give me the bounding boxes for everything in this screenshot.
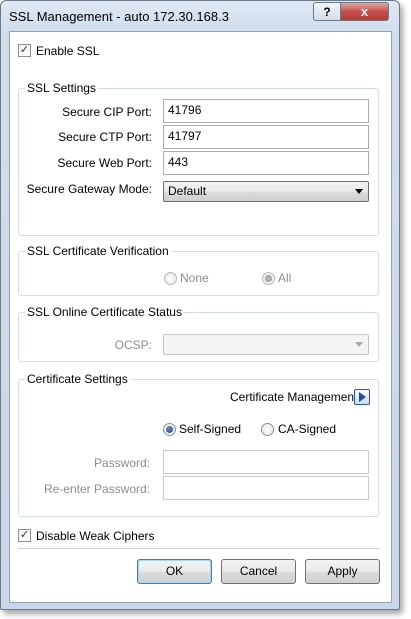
footer-separator: [18, 548, 381, 549]
close-button[interactable]: x: [340, 2, 389, 21]
secure-gateway-mode-label: Secure Gateway Mode:: [26, 182, 152, 196]
verification-none-radio[interactable]: [164, 272, 177, 285]
disable-weak-ciphers-label: Disable Weak Ciphers: [36, 529, 155, 543]
secure-gateway-mode-select[interactable]: Default: [163, 181, 369, 202]
enable-ssl-checkbox[interactable]: ✓: [18, 44, 31, 57]
chevron-down-icon: [355, 189, 363, 194]
ocsp-select[interactable]: [163, 334, 369, 355]
cert-settings-legend: Certificate Settings: [25, 372, 130, 386]
secure-gateway-mode-value: Default: [168, 184, 207, 198]
apply-button[interactable]: Apply: [305, 559, 380, 584]
disable-weak-ciphers-checkbox[interactable]: ✓: [18, 529, 31, 542]
reenter-password-input[interactable]: [163, 476, 369, 500]
secure-web-port-input[interactable]: 443: [163, 151, 369, 175]
cert-management-label[interactable]: Certificate Management: [230, 390, 357, 404]
verification-none-label: None: [180, 271, 209, 285]
password-input[interactable]: [163, 450, 369, 474]
self-signed-label: Self-Signed: [179, 422, 242, 436]
enable-ssl-label: Enable SSL: [36, 44, 100, 58]
ssl-settings-legend: SSL Settings: [25, 81, 98, 95]
cert-verification-legend: SSL Certificate Verification: [25, 244, 171, 258]
play-arrow-icon[interactable]: [354, 389, 370, 405]
reenter-password-label: Re-enter Password:: [43, 482, 150, 496]
verification-all-label: All: [278, 271, 292, 285]
self-signed-radio[interactable]: [163, 423, 176, 436]
secure-ctp-port-input[interactable]: 41797: [163, 125, 369, 149]
secure-cip-port-input[interactable]: 41796: [163, 99, 369, 123]
verification-all-radio[interactable]: [262, 272, 275, 285]
secure-web-port-label: Secure Web Port:: [57, 156, 153, 170]
dialog-client-area: ✓ Enable SSL SSL Settings Secure CIP Por…: [9, 31, 392, 603]
secure-cip-port-label: Secure CIP Port:: [62, 105, 152, 119]
cancel-button[interactable]: Cancel: [221, 559, 296, 584]
secure-ctp-port-label: Secure CTP Port:: [58, 130, 152, 144]
password-label: Password:: [93, 456, 150, 470]
ca-signed-label: CA-Signed: [278, 422, 337, 436]
ok-button[interactable]: OK: [137, 559, 212, 584]
ca-signed-radio[interactable]: [261, 423, 274, 436]
online-status-legend: SSL Online Certificate Status: [25, 305, 184, 319]
ocsp-label: OCSP:: [114, 338, 152, 352]
chevron-down-icon: [355, 342, 363, 347]
help-button[interactable]: ?: [313, 2, 341, 21]
dialog-window: SSL Management - auto 172.30.168.3 ? x ✓…: [0, 0, 400, 610]
window-title: SSL Management - auto 172.30.168.3: [9, 9, 229, 24]
